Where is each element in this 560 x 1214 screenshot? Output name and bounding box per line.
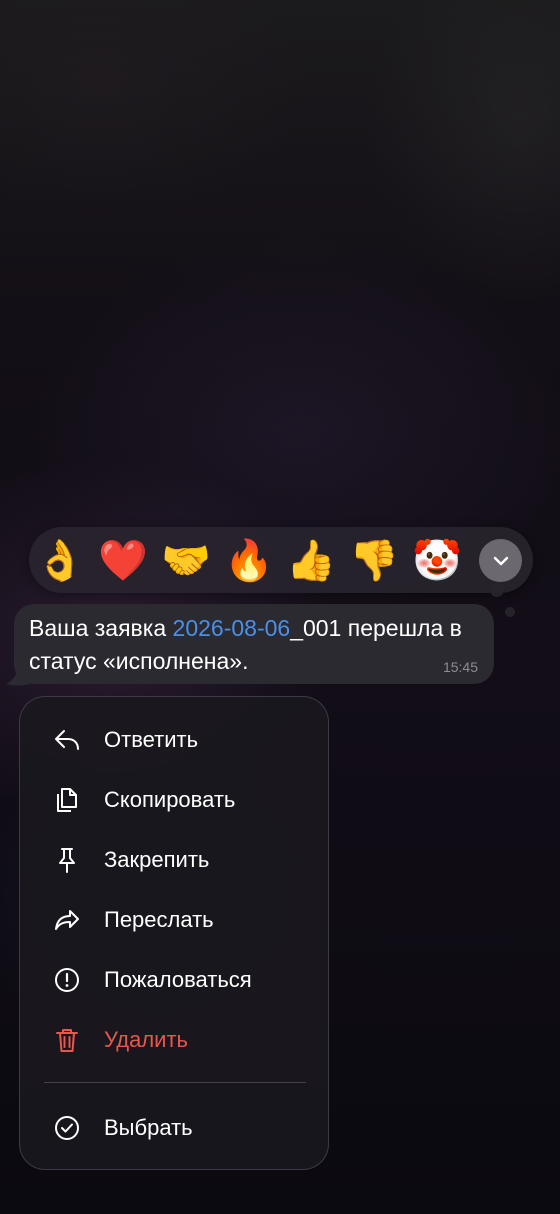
context-menu: Ответить Скопировать Закрепить Переслать…	[19, 696, 329, 1170]
menu-item-select[interactable]: Выбрать	[20, 1099, 328, 1157]
reaction-bar: 👌 ❤️ 🤝 🔥 👍 👎 🤡	[29, 527, 533, 593]
menu-item-forward[interactable]: Переслать	[20, 891, 328, 949]
menu-item-label: Пожаловаться	[104, 967, 252, 992]
chevron-down-icon	[493, 556, 508, 565]
menu-item-label: Закрепить	[104, 847, 210, 872]
reaction-bar-bubble-dot	[490, 583, 504, 597]
reaction-thumbs-up[interactable]: 👍	[286, 537, 336, 585]
reaction-bar-bubble-dot-small	[505, 607, 515, 617]
message-time: 15:45	[442, 659, 478, 675]
reaction-handshake[interactable]: 🤝	[161, 537, 211, 585]
expand-reactions-button[interactable]	[479, 539, 522, 582]
copy-icon	[57, 788, 77, 812]
menu-divider	[44, 1082, 306, 1083]
check-circle-icon	[55, 1116, 79, 1140]
reaction-thumbs-down[interactable]: 👎	[349, 537, 399, 585]
menu-item-label: Переслать	[104, 907, 214, 932]
reaction-ok-hand[interactable]: 👌	[35, 537, 85, 585]
reaction-red-heart[interactable]: ❤️	[98, 537, 148, 585]
menu-item-report[interactable]: Пожаловаться	[20, 951, 328, 1009]
reply-icon	[55, 730, 79, 750]
menu-item-reply[interactable]: Ответить	[20, 711, 328, 769]
trash-icon	[56, 1029, 78, 1052]
message-text: Ваша заявка 2026-08-06_001 перешла в ста…	[29, 615, 462, 674]
menu-item-label: Скопировать	[104, 787, 236, 812]
menu-item-copy[interactable]: Скопировать	[20, 771, 328, 829]
forward-icon	[55, 910, 79, 930]
menu-item-label: Удалить	[104, 1027, 188, 1052]
pin-icon	[59, 848, 75, 873]
menu-item-label: Выбрать	[104, 1115, 193, 1140]
message-bubble[interactable]: Ваша заявка 2026-08-06_001 перешла в ста…	[14, 604, 494, 684]
report-icon	[55, 968, 79, 992]
message-link[interactable]: 2026-08-06	[173, 615, 291, 641]
reaction-clown-face[interactable]: 🤡	[412, 537, 462, 585]
menu-item-pin[interactable]: Закрепить	[20, 831, 328, 889]
reaction-fire[interactable]: 🔥	[224, 537, 274, 585]
menu-item-delete[interactable]: Удалить	[20, 1011, 328, 1069]
menu-item-label: Ответить	[104, 727, 199, 752]
